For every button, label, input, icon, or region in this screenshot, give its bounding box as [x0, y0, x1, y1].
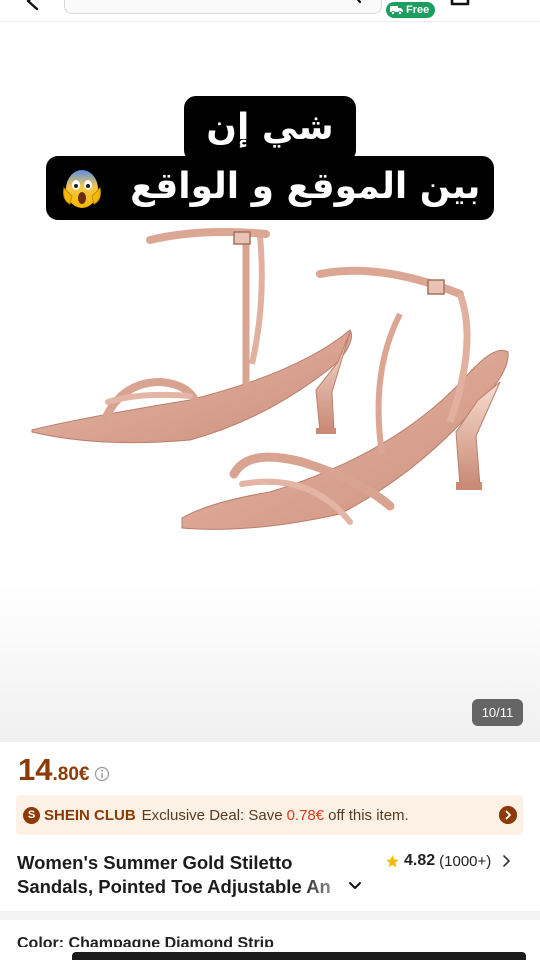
shein-club-banner[interactable]: S SHEIN CLUB Exclusive Deal: Save 0.78€ …	[16, 795, 523, 835]
price-integer: 14	[18, 752, 53, 787]
club-save-amount: 0.78€	[286, 806, 325, 824]
shopping-bag-icon[interactable]	[450, 0, 470, 6]
image-counter: 10/11	[472, 699, 523, 726]
caption-line-1: شي إن	[184, 96, 356, 162]
club-deal-suffix: off this item.	[328, 806, 409, 824]
top-bar: Free	[0, 0, 540, 22]
search-input[interactable]	[64, 0, 382, 14]
shein-club-logo-icon: S	[23, 806, 40, 824]
color-selector-label: Color: Champagne Diamond Strip	[17, 935, 274, 947]
back-arrow-icon[interactable]	[22, 0, 44, 12]
caption-line-2-text: بين الموقع و الواقع	[130, 166, 481, 207]
chevron-down-icon[interactable]	[348, 881, 362, 891]
chevron-right-icon	[503, 855, 511, 867]
free-shipping-badge[interactable]: Free	[386, 2, 436, 18]
face-screaming-in-fear-emoji	[62, 170, 101, 208]
price-decimal: .80€	[52, 764, 90, 785]
home-indicator	[72, 952, 526, 960]
truck-icon	[390, 6, 403, 15]
club-deal-text: Exclusive Deal: Save	[141, 806, 283, 824]
color-selector-row[interactable]: Color: Champagne Diamond Strip	[17, 933, 517, 947]
star-icon	[386, 854, 399, 867]
product-image-gallery[interactable]: شي إن بين الموقع و الواقع 10/11	[0, 22, 540, 742]
product-title: Women's Summer Gold Stiletto Sandals, Po…	[17, 851, 369, 899]
search-icon[interactable]	[346, 0, 366, 8]
caption-line-2: بين الموقع و الواقع	[46, 156, 494, 220]
review-count: (1000+)	[439, 852, 492, 870]
rating-value: 4.82	[404, 852, 436, 869]
product-title-line-2: Sandals, Pointed Toe Adjustable An	[17, 876, 331, 897]
free-shipping-label: Free	[406, 4, 430, 16]
shein-club-name: SHEIN CLUB	[44, 806, 136, 824]
product-rating[interactable]: 4.82 (1000+)	[385, 852, 511, 870]
product-title-line-1: Women's Summer Gold Stiletto	[17, 852, 293, 873]
info-icon[interactable]	[94, 766, 110, 782]
product-image-sandals	[31, 228, 509, 530]
product-price: 14 .80€	[18, 752, 110, 788]
section-divider	[0, 911, 540, 920]
chevron-right-circle-icon[interactable]	[499, 806, 517, 824]
